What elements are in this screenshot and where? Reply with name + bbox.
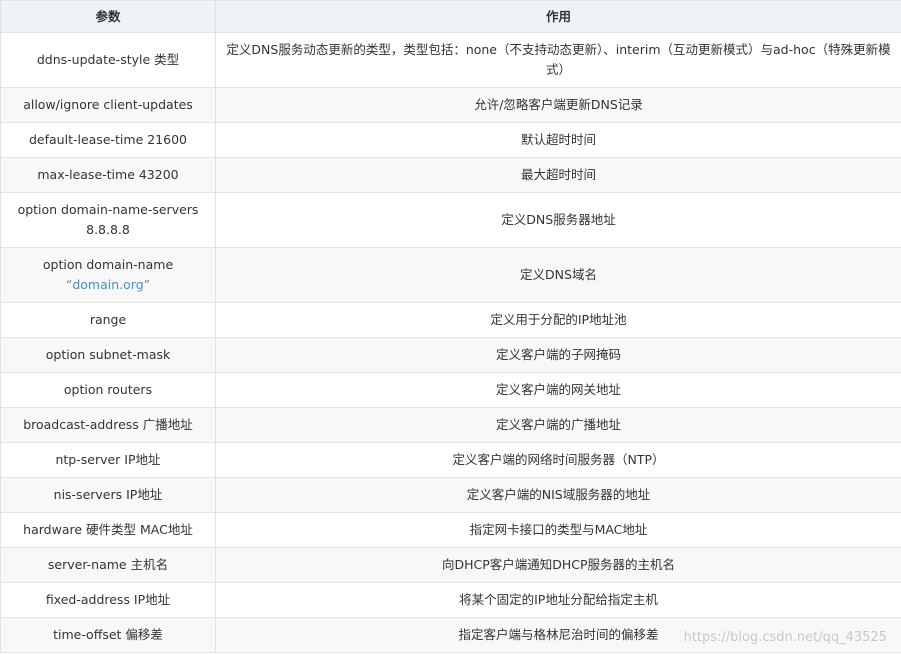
param-cell: option subnet-mask bbox=[0, 337, 216, 373]
param-text: server-name 主机名 bbox=[47, 557, 169, 572]
table-row: range 定义用于分配的IP地址池 bbox=[0, 302, 901, 338]
param-cell: fixed-address IP地址 bbox=[0, 582, 216, 618]
table-row: hardware 硬件类型 MAC地址 指定网卡接口的类型与MAC地址 bbox=[0, 512, 901, 548]
table-row: option routers 定义客户端的网关地址 bbox=[0, 372, 901, 408]
header-param: 参数 bbox=[0, 0, 216, 33]
param-text: fixed-address IP地址 bbox=[45, 592, 171, 607]
table-row: ddns-update-style 类型 定义DNS服务动态更新的类型，类型包括：… bbox=[0, 32, 901, 88]
desc-cell: 定义客户端的子网掩码 bbox=[215, 337, 901, 373]
desc-cell: 最大超时时间 bbox=[215, 157, 901, 193]
param-cell: ntp-server IP地址 bbox=[0, 442, 216, 478]
desc-cell: 定义客户端的广播地址 bbox=[215, 407, 901, 443]
param-cell: nis-servers IP地址 bbox=[0, 477, 216, 513]
table-row: option subnet-mask 定义客户端的子网掩码 bbox=[0, 337, 901, 373]
param-cell: time-offset 偏移差 bbox=[0, 617, 216, 653]
param-text: option subnet-mask bbox=[45, 347, 171, 362]
table-row: broadcast-address 广播地址 定义客户端的广播地址 bbox=[0, 407, 901, 443]
parameter-table: 参数 作用 ddns-update-style 类型 定义DNS服务动态更新的类型… bbox=[0, 0, 901, 653]
param-text: broadcast-address 广播地址 bbox=[23, 417, 193, 432]
desc-cell: 定义DNS域名 bbox=[215, 247, 901, 303]
desc-cell: 定义客户端的NIS域服务器的地址 bbox=[215, 477, 901, 513]
table-row: server-name 主机名 向DHCP客户端通知DHCP服务器的主机名 bbox=[0, 547, 901, 583]
watermark: https://blog.csdn.net/qq_43525 bbox=[683, 630, 887, 645]
param-text: max-lease-time 43200 bbox=[37, 167, 179, 182]
desc-cell: 指定网卡接口的类型与MAC地址 bbox=[215, 512, 901, 548]
param-text: option domain-name bbox=[42, 257, 174, 272]
param-cell: max-lease-time 43200 bbox=[0, 157, 216, 193]
param-text: allow/ignore client-updates bbox=[23, 97, 193, 112]
desc-cell: 向DHCP客户端通知DHCP服务器的主机名 bbox=[215, 547, 901, 583]
desc-cell: 定义客户端的网关地址 bbox=[215, 372, 901, 408]
desc-cell: 定义DNS服务器地址 bbox=[215, 192, 901, 248]
domain-link[interactable]: “domain.org” bbox=[66, 277, 150, 292]
table-row: allow/ignore client-updates 允许/忽略客户端更新DNS… bbox=[0, 87, 901, 123]
desc-cell: 将某个固定的IP地址分配给指定主机 bbox=[215, 582, 901, 618]
desc-cell: 定义用于分配的IP地址池 bbox=[215, 302, 901, 338]
param-text: hardware 硬件类型 MAC地址 bbox=[23, 522, 193, 537]
desc-cell: 定义客户端的网络时间服务器（NTP） bbox=[215, 442, 901, 478]
param-text: time-offset 偏移差 bbox=[53, 627, 163, 642]
param-cell: broadcast-address 广播地址 bbox=[0, 407, 216, 443]
table-row: option domain-name “domain.org” 定义DNS域名 bbox=[0, 247, 901, 303]
param-text: option domain-name-servers 8.8.8.8 bbox=[17, 202, 199, 237]
table-row: fixed-address IP地址 将某个固定的IP地址分配给指定主机 bbox=[0, 582, 901, 618]
param-cell: server-name 主机名 bbox=[0, 547, 216, 583]
param-cell: option domain-name-servers 8.8.8.8 bbox=[0, 192, 216, 248]
param-text: nis-servers IP地址 bbox=[53, 487, 163, 502]
param-text: default-lease-time 21600 bbox=[28, 132, 187, 147]
param-text: ntp-server IP地址 bbox=[55, 452, 161, 467]
table-row: max-lease-time 43200 最大超时时间 bbox=[0, 157, 901, 193]
header-desc: 作用 bbox=[215, 0, 901, 33]
table-row: ntp-server IP地址 定义客户端的网络时间服务器（NTP） bbox=[0, 442, 901, 478]
param-cell: option routers bbox=[0, 372, 216, 408]
param-cell: default-lease-time 21600 bbox=[0, 122, 216, 158]
table-row: option domain-name-servers 8.8.8.8 定义DNS服… bbox=[0, 192, 901, 248]
param-text: option routers bbox=[63, 382, 153, 397]
desc-cell: 定义DNS服务动态更新的类型，类型包括：none（不支持动态更新）、interi… bbox=[215, 32, 901, 88]
param-cell: ddns-update-style 类型 bbox=[0, 32, 216, 88]
desc-cell: 允许/忽略客户端更新DNS记录 bbox=[215, 87, 901, 123]
param-cell: allow/ignore client-updates bbox=[0, 87, 216, 123]
param-text: ddns-update-style 类型 bbox=[36, 52, 180, 67]
table-header-row: 参数 作用 bbox=[0, 0, 901, 33]
table-row: nis-servers IP地址 定义客户端的NIS域服务器的地址 bbox=[0, 477, 901, 513]
param-text: range bbox=[89, 312, 127, 327]
param-cell: option domain-name “domain.org” bbox=[0, 247, 216, 303]
table-row: default-lease-time 21600 默认超时时间 bbox=[0, 122, 901, 158]
param-cell: hardware 硬件类型 MAC地址 bbox=[0, 512, 216, 548]
desc-cell: 默认超时时间 bbox=[215, 122, 901, 158]
param-cell: range bbox=[0, 302, 216, 338]
